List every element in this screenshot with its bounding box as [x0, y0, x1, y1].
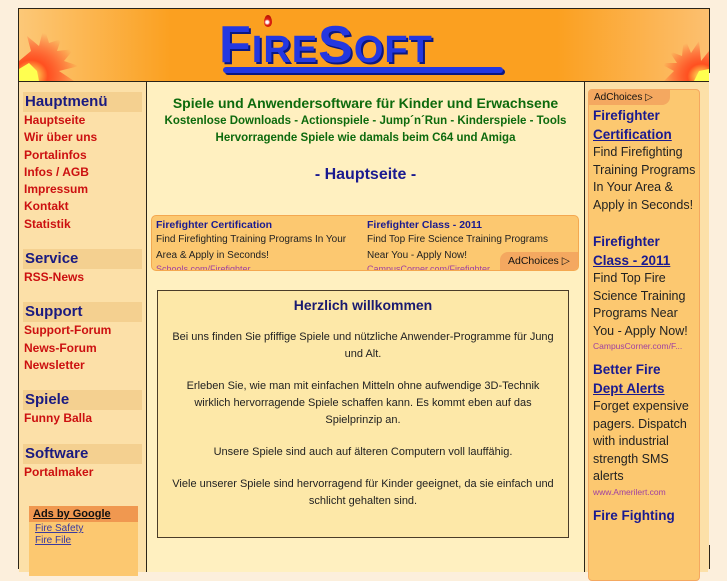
nav-heading: Hauptmenü: [23, 92, 142, 112]
nav-link-kontakt[interactable]: Kontakt: [23, 198, 142, 215]
ad-title[interactable]: Firefighter Certification: [156, 218, 361, 232]
adchoices-button[interactable]: AdChoices ▷: [589, 90, 670, 105]
nav-link-newsletter[interactable]: Newsletter: [23, 357, 142, 374]
tagline: Spiele und Anwendersoftware für Kinder u…: [172, 95, 559, 111]
right-ad-description: Find Top Fire Science Training Programs …: [593, 271, 688, 338]
right-ads-box: AdChoices ▷ Firefighter Certification Fi…: [588, 89, 700, 581]
nav-link-support-forum[interactable]: Support-Forum: [23, 322, 142, 339]
page-title: - Hauptseite -: [314, 166, 417, 183]
nav-heading: Service: [23, 249, 142, 270]
nav-link-news-forum[interactable]: News-Forum: [23, 340, 142, 357]
sidebar: Hauptmenü Hauptseite Wir über uns Portal…: [19, 82, 147, 576]
ad-link-fire-file[interactable]: Fire File: [29, 534, 138, 546]
flame-right-icon: [659, 36, 709, 81]
ad-title[interactable]: Firefighter Class - 2011: [367, 218, 572, 232]
site-header: FIRESOFT: [19, 9, 709, 82]
right-ad-title[interactable]: Better Fire Dept Alerts: [593, 360, 699, 398]
right-ad-url[interactable]: www.Amerilert.com: [593, 486, 699, 498]
nav-link-funny-balla[interactable]: Funny Balla: [23, 410, 142, 427]
right-ad-title[interactable]: Fire Fighting: [593, 506, 699, 525]
nav-link-portalmaker[interactable]: Portalmaker: [23, 464, 142, 481]
nav-link-portalinfos[interactable]: Portalinfos: [23, 147, 142, 164]
ad-banner: Firefighter Certification Find Firefight…: [151, 215, 579, 271]
ad-description: Find Firefighting Training Programs In Y…: [156, 234, 347, 261]
nav-link-infos-agb[interactable]: Infos / AGB: [23, 164, 142, 181]
welcome-paragraph: Bei uns finden Sie pfiffige Spiele und n…: [172, 331, 554, 360]
subtagline-c64: Hervorragende Spiele wie damals beim C64…: [215, 132, 516, 144]
nav-heading: Spiele: [23, 390, 142, 411]
adchoices-button[interactable]: AdChoices ▷: [500, 252, 578, 270]
ads-by-google-link[interactable]: Ads by Google: [29, 506, 138, 522]
right-ad[interactable]: Firefighter Class - 2011 Find Top Fire S…: [589, 232, 699, 352]
nav-heading: Support: [23, 302, 142, 323]
nav-section-spiele: Spiele Funny Balla: [23, 390, 142, 427]
ad-url[interactable]: Schools.com/Firefighter: [156, 264, 361, 270]
welcome-paragraph: Unsere Spiele sind auch auf älteren Comp…: [213, 446, 513, 458]
right-ad-title[interactable]: Firefighter Class - 2011: [593, 232, 699, 270]
welcome-paragraph: Erleben Sie, wie man mit einfachen Mitte…: [186, 380, 540, 426]
nav-link-rss-news[interactable]: RSS-News: [23, 269, 142, 286]
right-ad-description: Find Firefighting Training Programs In Y…: [593, 145, 696, 212]
nav-link-impressum[interactable]: Impressum: [23, 181, 142, 198]
nav-section-support: Support Support-Forum News-Forum Newslet…: [23, 302, 142, 374]
right-ad-column: AdChoices ▷ Firefighter Certification Fi…: [585, 82, 708, 581]
site-logo[interactable]: FIRESOFT: [219, 13, 509, 77]
nav-heading: Software: [23, 443, 142, 464]
flame-left-icon: [19, 26, 79, 81]
welcome-box: Herzlich willkommen Bei uns finden Sie p…: [157, 290, 569, 538]
nav-link-statistik[interactable]: Statistik: [23, 216, 142, 233]
logo-text: FIRESOFT: [219, 16, 433, 74]
page-margin: [709, 73, 727, 545]
ad-link-fire-safety[interactable]: Fire Safety: [29, 522, 138, 534]
ad-unit[interactable]: Firefighter Certification Find Firefight…: [156, 218, 361, 270]
right-ad-title[interactable]: Firefighter Certification: [593, 106, 699, 144]
nav-section-software: Software Portalmaker: [23, 443, 142, 481]
page-frame: FIRESOFT Hauptmenü Hauptseite Wir über u…: [18, 8, 710, 581]
subtagline-downloads: Kostenlose Downloads - Actionspiele - Ju…: [164, 115, 567, 127]
welcome-title: Herzlich willkommen: [293, 297, 433, 313]
main-content: Spiele und Anwendersoftware für Kinder u…: [147, 82, 585, 572]
nav-section-hauptmenu: Hauptmenü Hauptseite Wir über uns Portal…: [23, 92, 142, 233]
google-ads-box: Ads by Google Fire Safety Fire File: [29, 506, 138, 576]
flame-drop-icon: [264, 15, 272, 27]
welcome-paragraph: Viele unserer Spiele sind hervorragend f…: [172, 478, 554, 507]
right-ad-description: Forget expensive pagers. Dispatch with i…: [593, 399, 689, 483]
right-ad[interactable]: Firefighter Certification Find Firefight…: [589, 106, 699, 228]
nav-section-service: Service RSS-News: [23, 249, 142, 286]
right-ad[interactable]: Better Fire Dept Alerts Forget expensive…: [589, 360, 699, 498]
logo-underline: [223, 67, 503, 73]
nav-link-hauptseite[interactable]: Hauptseite: [23, 112, 142, 129]
right-ad-url[interactable]: CampusCorner.com/F...: [593, 340, 699, 352]
right-ad[interactable]: Fire Fighting: [589, 506, 699, 525]
nav-link-wir-ueber-uns[interactable]: Wir über uns: [23, 129, 142, 146]
